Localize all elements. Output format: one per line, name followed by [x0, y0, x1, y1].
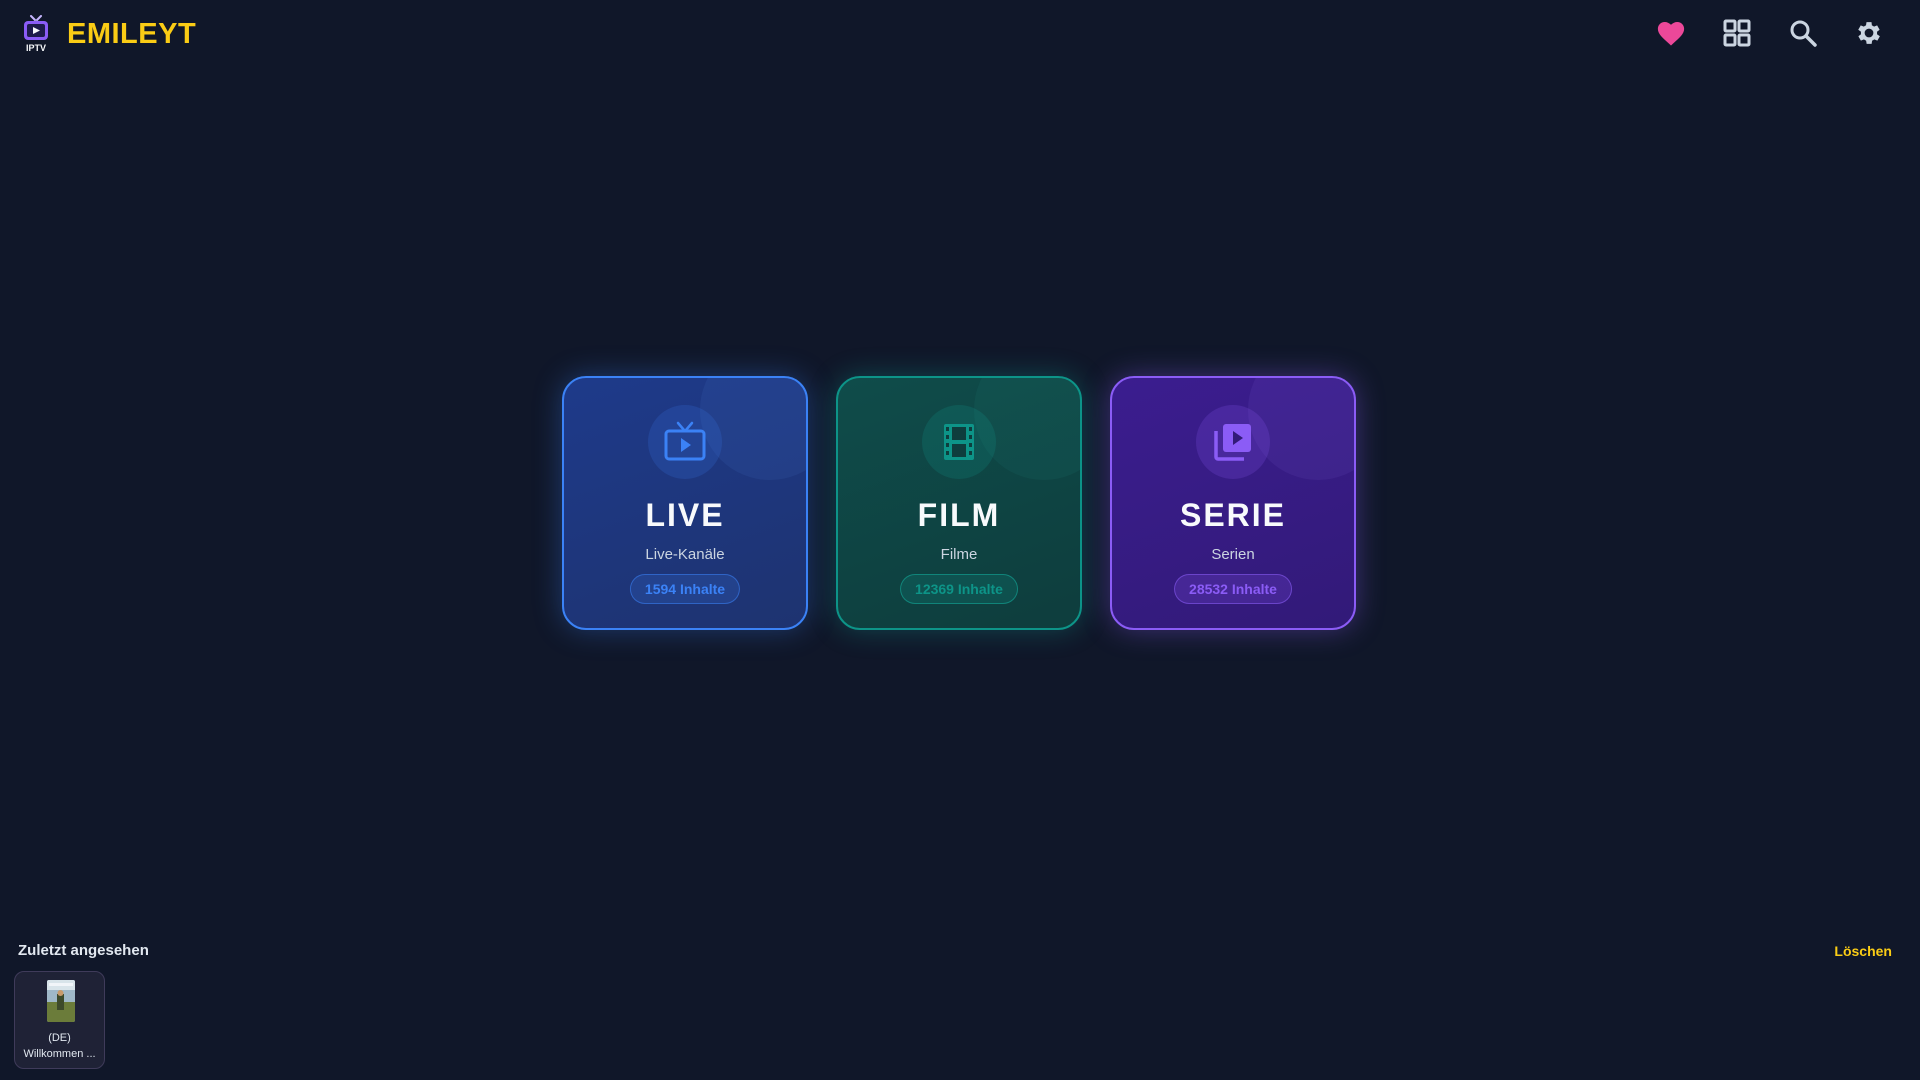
category-card-live[interactable]: LIVE Live-Kanäle 1594 Inhalte	[562, 376, 808, 630]
grid-icon	[1723, 19, 1751, 47]
recently-watched-title: Zuletzt angesehen	[18, 942, 149, 959]
card-title: SERIE	[1179, 497, 1287, 533]
card-title: FILM	[917, 497, 1001, 533]
search-button[interactable]	[1784, 14, 1822, 52]
card-icon-circle	[922, 405, 996, 479]
content-count-badge: 1594 Inhalte	[629, 574, 741, 604]
app-logo[interactable]: IPTV	[22, 15, 50, 53]
poster-thumbnail	[47, 980, 75, 1022]
recent-item-line-2: Willkommen ...	[23, 1048, 96, 1060]
card-icon-circle	[1196, 405, 1270, 479]
category-card-film[interactable]: FILM Filme 12369 Inhalte	[836, 376, 1082, 630]
recent-item[interactable]: (DE) Willkommen ...	[14, 971, 105, 1069]
card-subtitle: Live-Kanäle	[645, 546, 725, 563]
film-icon	[944, 424, 974, 460]
content-count-badge: 28532 Inhalte	[1174, 574, 1292, 604]
content-count-badge: 12369 Inhalte	[900, 574, 1018, 604]
header: IPTV EMILEYT	[0, 0, 1920, 70]
logo-text: IPTV	[26, 43, 46, 53]
brand-title: EMILEYT	[67, 18, 197, 50]
card-title: LIVE	[645, 497, 725, 533]
app-root: IPTV EMILEYT LIVE Live-Kanäle 1594 Inhal…	[0, 0, 1920, 1080]
grid-view-button[interactable]	[1718, 14, 1756, 52]
heart-icon	[1657, 22, 1685, 46]
gear-icon	[1858, 22, 1880, 44]
favorites-button[interactable]	[1652, 14, 1690, 52]
card-subtitle: Serien	[1211, 546, 1255, 563]
video-library-icon	[1214, 424, 1251, 461]
clear-history-button[interactable]: Löschen	[1834, 943, 1892, 959]
search-icon	[1790, 20, 1817, 47]
recent-item-line-1: (DE)	[48, 1032, 71, 1044]
recent-item-title: (DE) Willkommen ...	[19, 1030, 100, 1062]
poster-image	[47, 980, 75, 1022]
settings-button[interactable]	[1850, 14, 1888, 52]
tv-icon	[664, 421, 706, 461]
card-subtitle: Filme	[940, 546, 978, 563]
card-icon-circle	[648, 405, 722, 479]
category-card-serie[interactable]: SERIE Serien 28532 Inhalte	[1110, 376, 1356, 630]
tv-logo-icon: IPTV	[24, 15, 48, 53]
